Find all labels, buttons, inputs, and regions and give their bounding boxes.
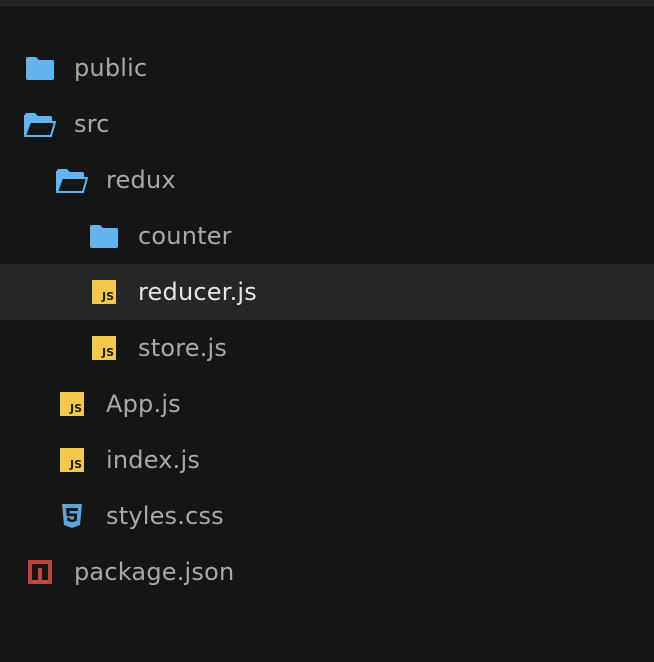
tree-item-label: styles.css <box>106 502 224 530</box>
tree-item-index-js[interactable]: JS index.js <box>0 432 654 488</box>
js-badge: JS <box>60 392 84 416</box>
js-badge: JS <box>60 448 84 472</box>
folder-open-icon <box>56 164 88 196</box>
file-explorer: public src redux counter JS reducer.js J… <box>0 0 654 662</box>
tree-item-store-js[interactable]: JS store.js <box>0 320 654 376</box>
tree-item-label: public <box>74 54 148 82</box>
css-file-icon <box>56 500 88 532</box>
folder-open-icon <box>24 108 56 140</box>
tree-item-label: counter <box>138 222 232 250</box>
tree-item-label: package.json <box>74 558 235 586</box>
tree-item-label: redux <box>106 166 176 194</box>
npm-package-icon <box>24 556 56 588</box>
tree-item-public[interactable]: public <box>0 40 654 96</box>
js-badge-text: JS <box>101 346 114 359</box>
tree-item-label: App.js <box>106 390 181 418</box>
js-badge: JS <box>92 336 116 360</box>
tree-item-styles-css[interactable]: styles.css <box>0 488 654 544</box>
js-badge: JS <box>92 280 116 304</box>
tree-item-label: store.js <box>138 334 228 362</box>
folder-closed-icon <box>88 220 120 252</box>
tree-item-counter[interactable]: counter <box>0 208 654 264</box>
js-badge-text: JS <box>69 402 82 415</box>
js-file-icon: JS <box>56 388 88 420</box>
js-badge-text: JS <box>101 290 114 303</box>
tree-item-reducer-js[interactable]: JS reducer.js <box>0 264 654 320</box>
tree-item-label: reducer.js <box>138 278 257 306</box>
tree-item-package-json[interactable]: package.json <box>0 544 654 600</box>
file-tree: public src redux counter JS reducer.js J… <box>0 40 654 600</box>
tree-item-redux[interactable]: redux <box>0 152 654 208</box>
js-file-icon: JS <box>56 444 88 476</box>
tree-item-src[interactable]: src <box>0 96 654 152</box>
tree-item-label: index.js <box>106 446 201 474</box>
folder-closed-icon <box>24 52 56 84</box>
js-badge-text: JS <box>69 458 82 471</box>
js-file-icon: JS <box>88 332 120 364</box>
tree-item-app-js[interactable]: JS App.js <box>0 376 654 432</box>
tree-item-label: src <box>74 110 110 138</box>
panel-top-border <box>0 0 654 6</box>
js-file-icon: JS <box>88 276 120 308</box>
